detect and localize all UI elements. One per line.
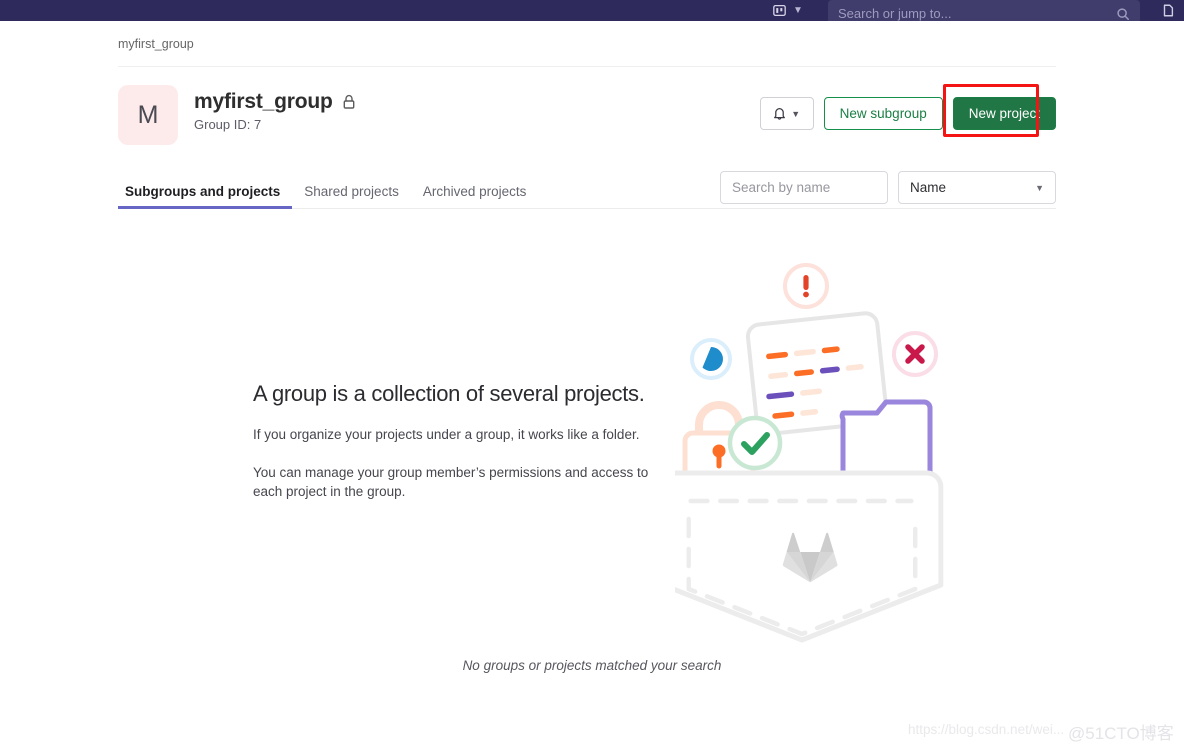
group-id-label: Group ID: 7 — [194, 117, 262, 132]
watermark-csdn: https://blog.csdn.net/wei... — [908, 722, 1065, 737]
new-project-button[interactable]: New project — [952, 97, 1056, 130]
tab-archived-projects[interactable]: Archived projects — [411, 184, 539, 209]
top-navigation-bar: ▼ Search or jump to... — [0, 0, 1184, 21]
group-header-actions: ▼ New subgroup New project — [759, 84, 1056, 137]
issues-icon[interactable] — [1158, 0, 1178, 21]
board-icon[interactable] — [770, 0, 788, 21]
tabs-and-filters: Subgroups and projects Shared projects A… — [118, 171, 1056, 209]
empty-state-title: A group is a collection of several proje… — [253, 381, 645, 406]
lock-icon — [342, 94, 356, 110]
chevron-down-icon: ▼ — [791, 108, 801, 119]
empty-state-paragraph-1: If you organize your projects under a gr… — [253, 427, 640, 442]
empty-state-paragraph-2: You can manage your group member’s permi… — [253, 464, 649, 500]
tab-subgroups-and-projects[interactable]: Subgroups and projects — [118, 184, 293, 209]
global-search-input[interactable]: Search or jump to... — [828, 0, 1140, 21]
bell-icon — [773, 106, 786, 121]
filter-controls: Name ▼ — [720, 171, 1056, 204]
page-content: myfirst_group M myfirst_group Group ID: … — [0, 21, 1184, 743]
topbar-left-spacer — [0, 0, 770, 21]
empty-state-text: A group is a collection of several proje… — [253, 381, 673, 520]
empty-group-pocket-illustration — [660, 261, 945, 651]
avatar: M — [118, 85, 178, 145]
group-identity: myfirst_group Group ID: 7 — [194, 90, 356, 132]
tab-list: Subgroups and projects Shared projects A… — [118, 184, 538, 209]
search-icon — [1116, 7, 1130, 21]
global-search-placeholder: Search or jump to... — [838, 6, 952, 21]
tab-shared-projects[interactable]: Shared projects — [292, 184, 411, 209]
chevron-down-icon[interactable]: ▼ — [788, 0, 808, 21]
page-title: myfirst_group — [194, 90, 333, 113]
notification-dropdown-button[interactable]: ▼ — [759, 97, 814, 130]
search-input[interactable] — [720, 171, 888, 204]
new-subgroup-button[interactable]: New subgroup — [823, 97, 943, 130]
breadcrumb[interactable]: myfirst_group — [118, 37, 194, 51]
sort-dropdown-label: Name — [910, 180, 947, 195]
empty-state: A group is a collection of several proje… — [0, 221, 1184, 643]
group-title-row: myfirst_group — [194, 90, 356, 114]
new-project-button-wrapper: New project — [942, 84, 1056, 137]
group-header: M myfirst_group Group ID: 7 ▼ New subgro… — [118, 84, 1056, 147]
chevron-down-icon: ▼ — [1035, 182, 1044, 193]
empty-state-footer-message: No groups or projects matched your searc… — [462, 658, 722, 673]
breadcrumb-divider — [118, 66, 1056, 67]
sort-dropdown[interactable]: Name ▼ — [898, 171, 1056, 204]
